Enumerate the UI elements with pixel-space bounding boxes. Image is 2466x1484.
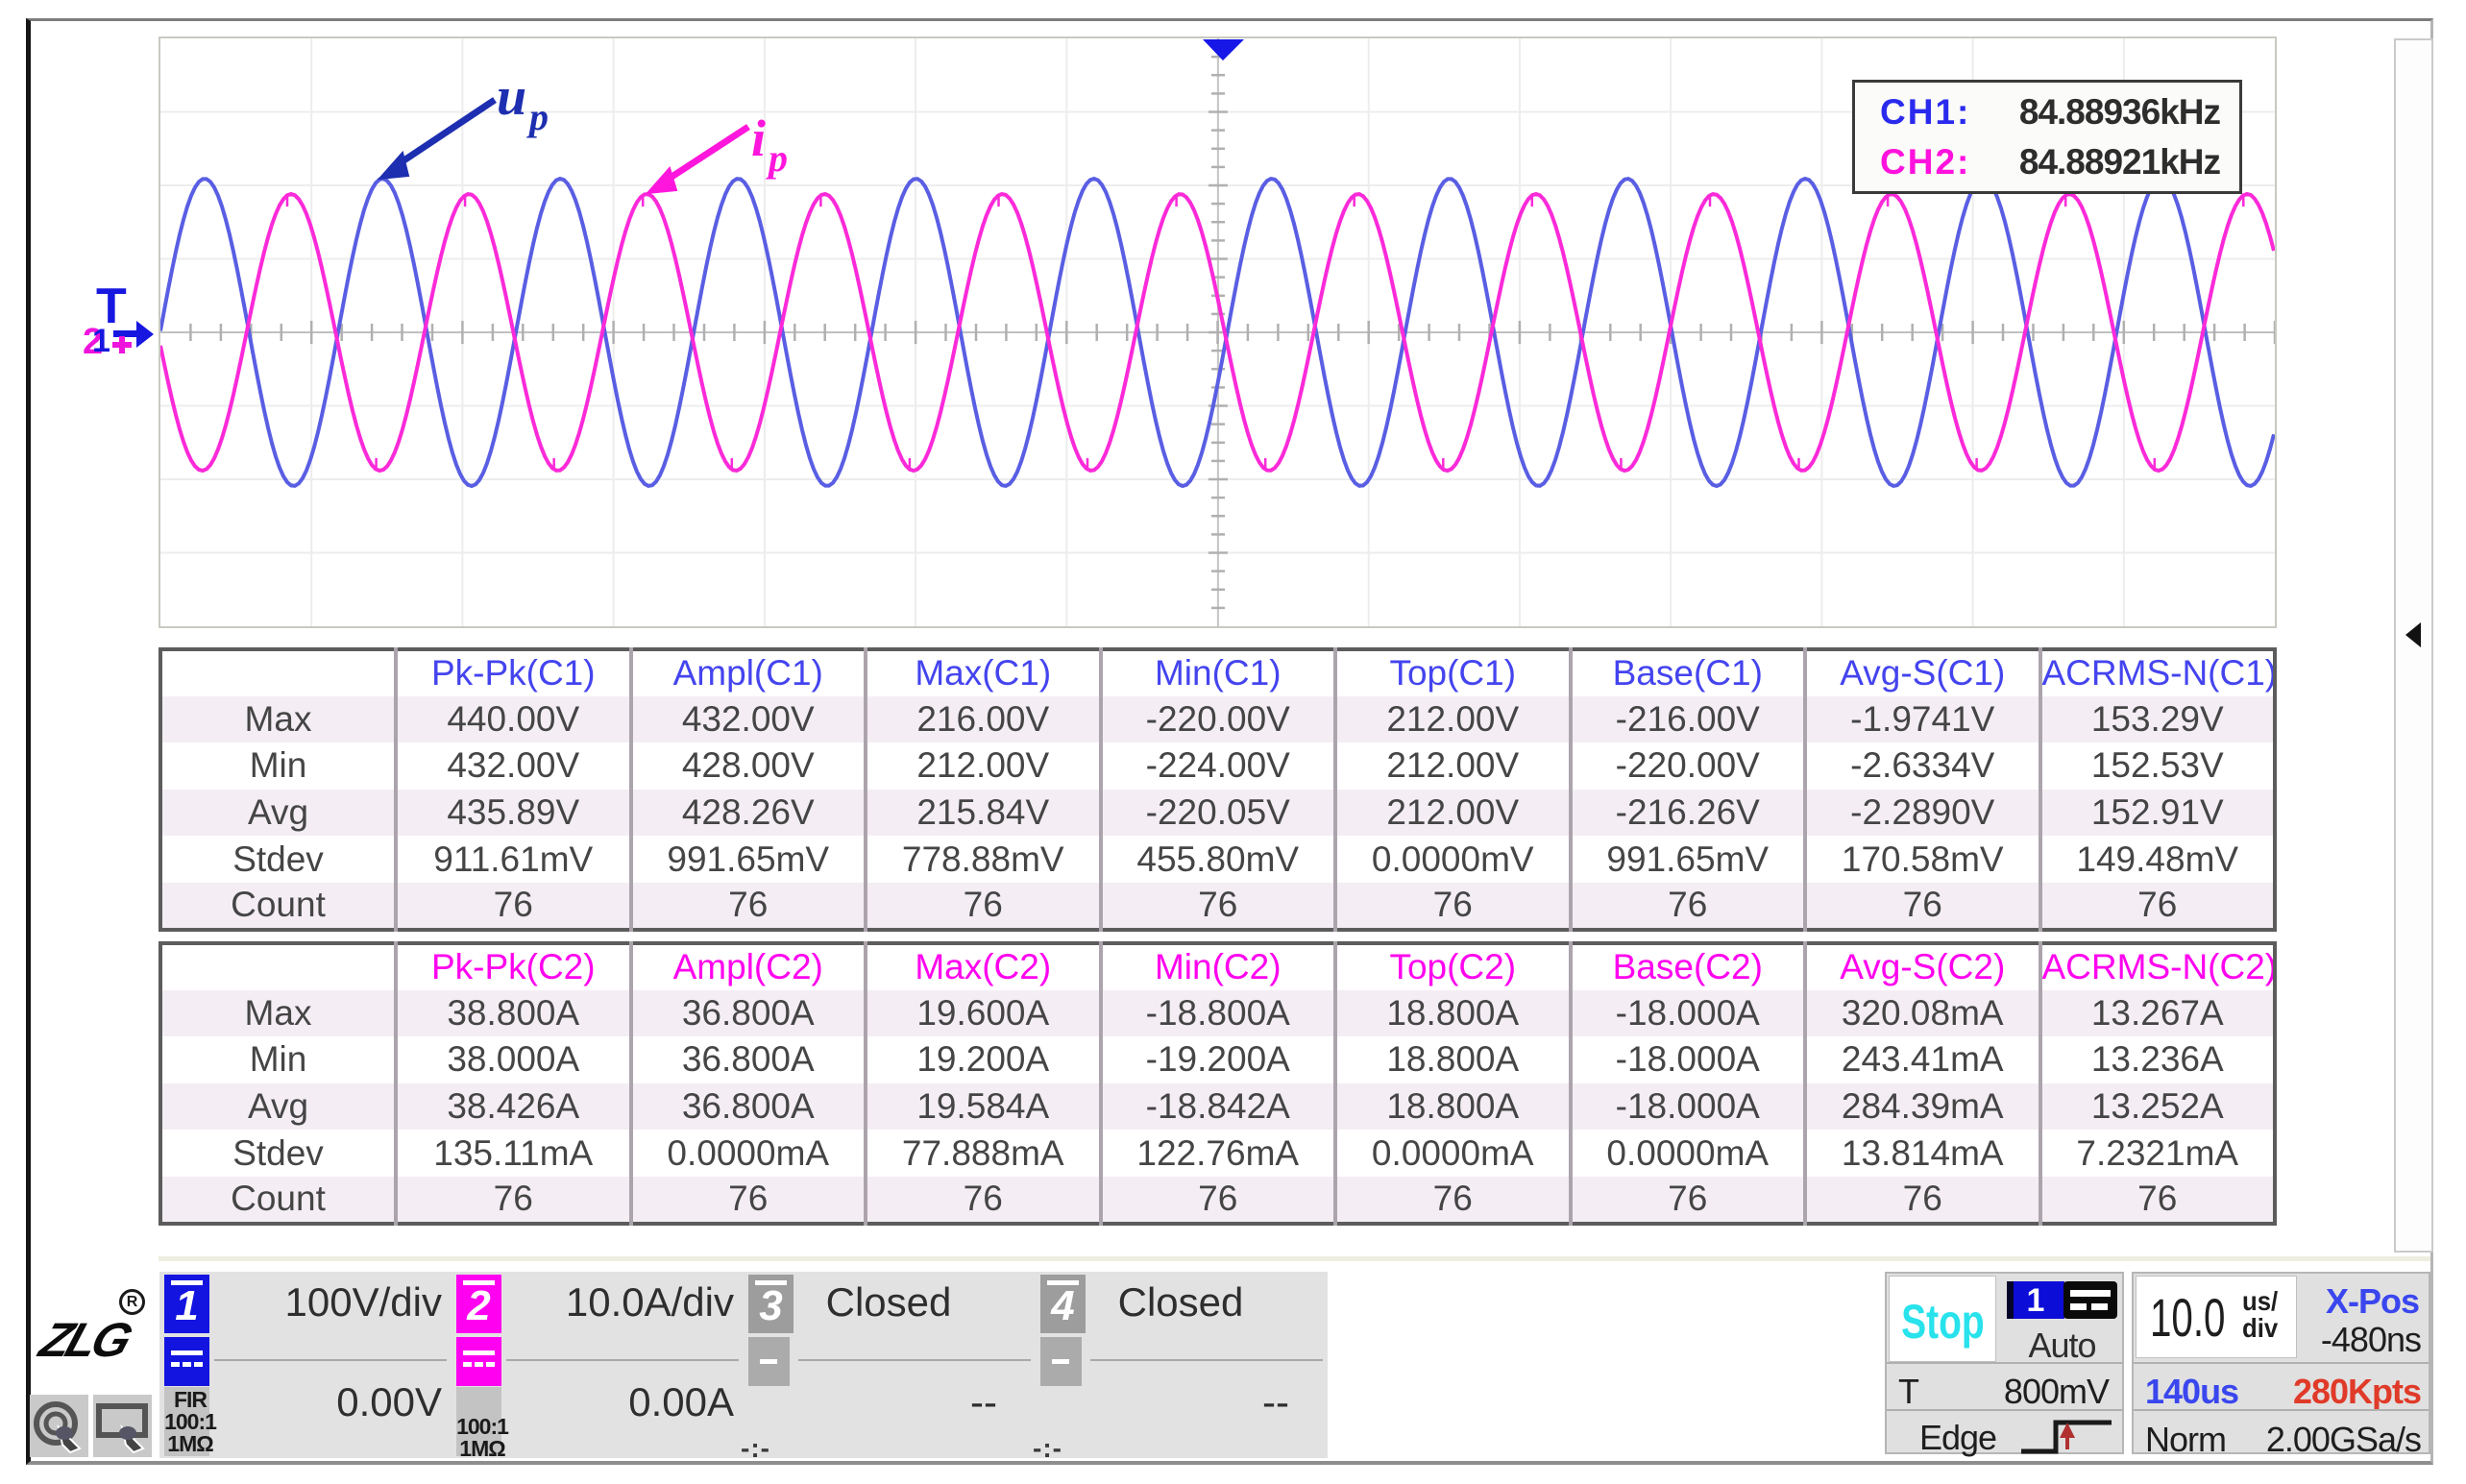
svg-text:i: i xyxy=(751,109,766,167)
svg-text:p: p xyxy=(766,136,788,180)
svg-text:p: p xyxy=(526,95,549,138)
svg-text:1: 1 xyxy=(92,323,110,359)
svg-text:u: u xyxy=(497,67,526,127)
